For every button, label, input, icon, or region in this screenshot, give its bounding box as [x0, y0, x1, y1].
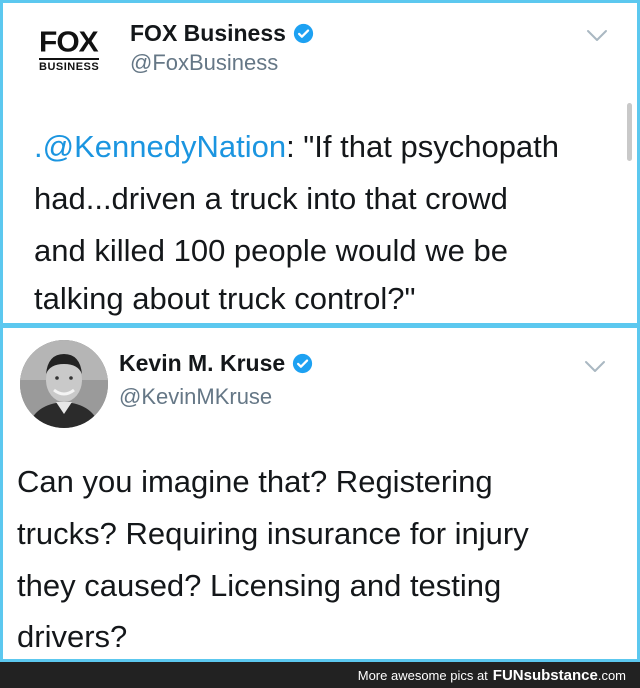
- tweet-text-line-2: trucks? Requiring insurance for injury: [17, 516, 529, 551]
- tweet-text-line-4: talking about truck control?": [34, 281, 416, 316]
- author-name[interactable]: FOX Business: [130, 20, 286, 47]
- fox-business-logo[interactable]: FOX BUSINESS: [39, 27, 119, 73]
- tweet-text-line-3: they caused? Licensing and testing: [17, 568, 502, 603]
- chevron-down-icon[interactable]: [586, 29, 608, 43]
- business-logo-text: BUSINESS: [39, 58, 100, 73]
- author-handle[interactable]: @FoxBusiness: [130, 50, 278, 76]
- author-handle[interactable]: @KevinMKruse: [119, 384, 272, 410]
- author-name[interactable]: Kevin M. Kruse: [119, 350, 285, 377]
- mention-link[interactable]: .@KennedyNation: [34, 129, 286, 164]
- tweet-text-line-1: Can you imagine that? Registering: [17, 464, 493, 499]
- verified-badge-icon: [293, 353, 313, 374]
- screenshot-frame: FOX BUSINESS FOX Business @FoxBusiness .…: [0, 0, 640, 662]
- tweet-text-line-3: and killed 100 people would we be: [34, 233, 508, 268]
- verified-badge-icon: [293, 23, 314, 44]
- chevron-down-icon[interactable]: [584, 360, 606, 374]
- footer-prefix: More awesome pics at: [357, 667, 488, 683]
- tweet-text-line-1: .@KennedyNation: "If that psychopath: [34, 129, 560, 164]
- avatar[interactable]: [20, 340, 108, 428]
- footer-brand[interactable]: FUNsubstance.com: [493, 667, 626, 684]
- scrollbar[interactable]: [627, 103, 632, 161]
- tweet-text-line-4: drivers?: [17, 619, 128, 654]
- tweet-fox-business: FOX BUSINESS FOX Business @FoxBusiness .…: [0, 0, 640, 326]
- author-name-row: Kevin M. Kruse: [119, 350, 313, 377]
- tweet-text-line-2: had...driven a truck into that crowd: [34, 181, 508, 216]
- tweet-kevin-kruse: Kevin M. Kruse @KevinMKruse Can you imag…: [0, 325, 640, 662]
- author-name-row: FOX Business: [130, 20, 314, 47]
- avatar-portrait-icon: [20, 340, 108, 428]
- fox-logo-text: FOX: [39, 26, 99, 59]
- watermark-footer: More awesome pics at FUNsubstance.com: [0, 662, 640, 688]
